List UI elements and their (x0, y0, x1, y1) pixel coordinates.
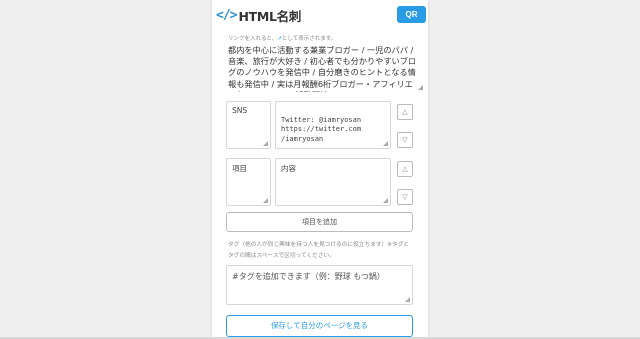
resize-handle-icon[interactable] (383, 198, 388, 203)
resize-handle-icon[interactable] (263, 198, 268, 203)
field-key-input[interactable]: SNS (226, 101, 271, 149)
add-item-button[interactable]: 項目を追加 (226, 212, 413, 232)
move-up-button[interactable]: △ (397, 104, 413, 120)
code-icon: </> (216, 8, 238, 23)
tag-input[interactable]: #タグを追加できます（例：野球 もつ鍋） (226, 265, 413, 305)
tag-placeholder: #タグを追加できます（例：野球 もつ鍋） (232, 272, 385, 281)
resize-handle-icon[interactable] (263, 141, 268, 146)
header: </> HTML名刺 QR (212, 0, 428, 32)
move-down-button[interactable]: ▽ (397, 132, 413, 148)
move-up-button[interactable]: △ (397, 161, 413, 177)
field-value-text: 内容 (281, 164, 296, 173)
editor-panel: </> HTML名刺 QR リンクを入れると、↗として表示されます。 都内を中心… (212, 0, 428, 339)
resize-handle-icon[interactable] (405, 297, 410, 302)
field-key-text: SNS (232, 106, 248, 115)
link-notice: リンクを入れると、↗として表示されます。 (228, 34, 336, 42)
logo[interactable]: </> HTML名刺 (216, 6, 301, 25)
qr-button[interactable]: QR (397, 6, 426, 23)
resize-handle-icon[interactable] (418, 85, 423, 90)
field-value-text: Twitter: @iamryosan https://twitter.com … (281, 115, 362, 143)
notice-prefix: リンクを入れると、 (228, 36, 278, 42)
logo-text: HTML名刺 (238, 9, 302, 24)
field-value-input[interactable]: Twitter: @iamryosan https://twitter.com … (275, 101, 391, 149)
tag-help-text: タグ（他の人が同じ興味を持つ人を見つけるのに役立ちます）※タグとタグの間はスペー… (228, 242, 410, 259)
save-and-view-button[interactable]: 保存して自分のページを見る (226, 315, 413, 337)
bio-textarea[interactable]: 都内を中心に活動する兼業ブロガー / 一児のパパ / 音楽、旅行が大好き / 初… (228, 45, 425, 92)
notice-suffix: として表示されます。 (281, 36, 337, 42)
resize-handle-icon[interactable] (383, 141, 388, 146)
field-key-text: 項目 (232, 164, 247, 173)
field-value-input[interactable]: 内容 (275, 158, 391, 206)
move-down-button[interactable]: ▽ (397, 189, 413, 205)
field-key-input[interactable]: 項目 (226, 158, 271, 206)
bio-text: 都内を中心に活動する兼業ブロガー / 一児のパパ / 音楽、旅行が大好き / 初… (228, 45, 417, 92)
